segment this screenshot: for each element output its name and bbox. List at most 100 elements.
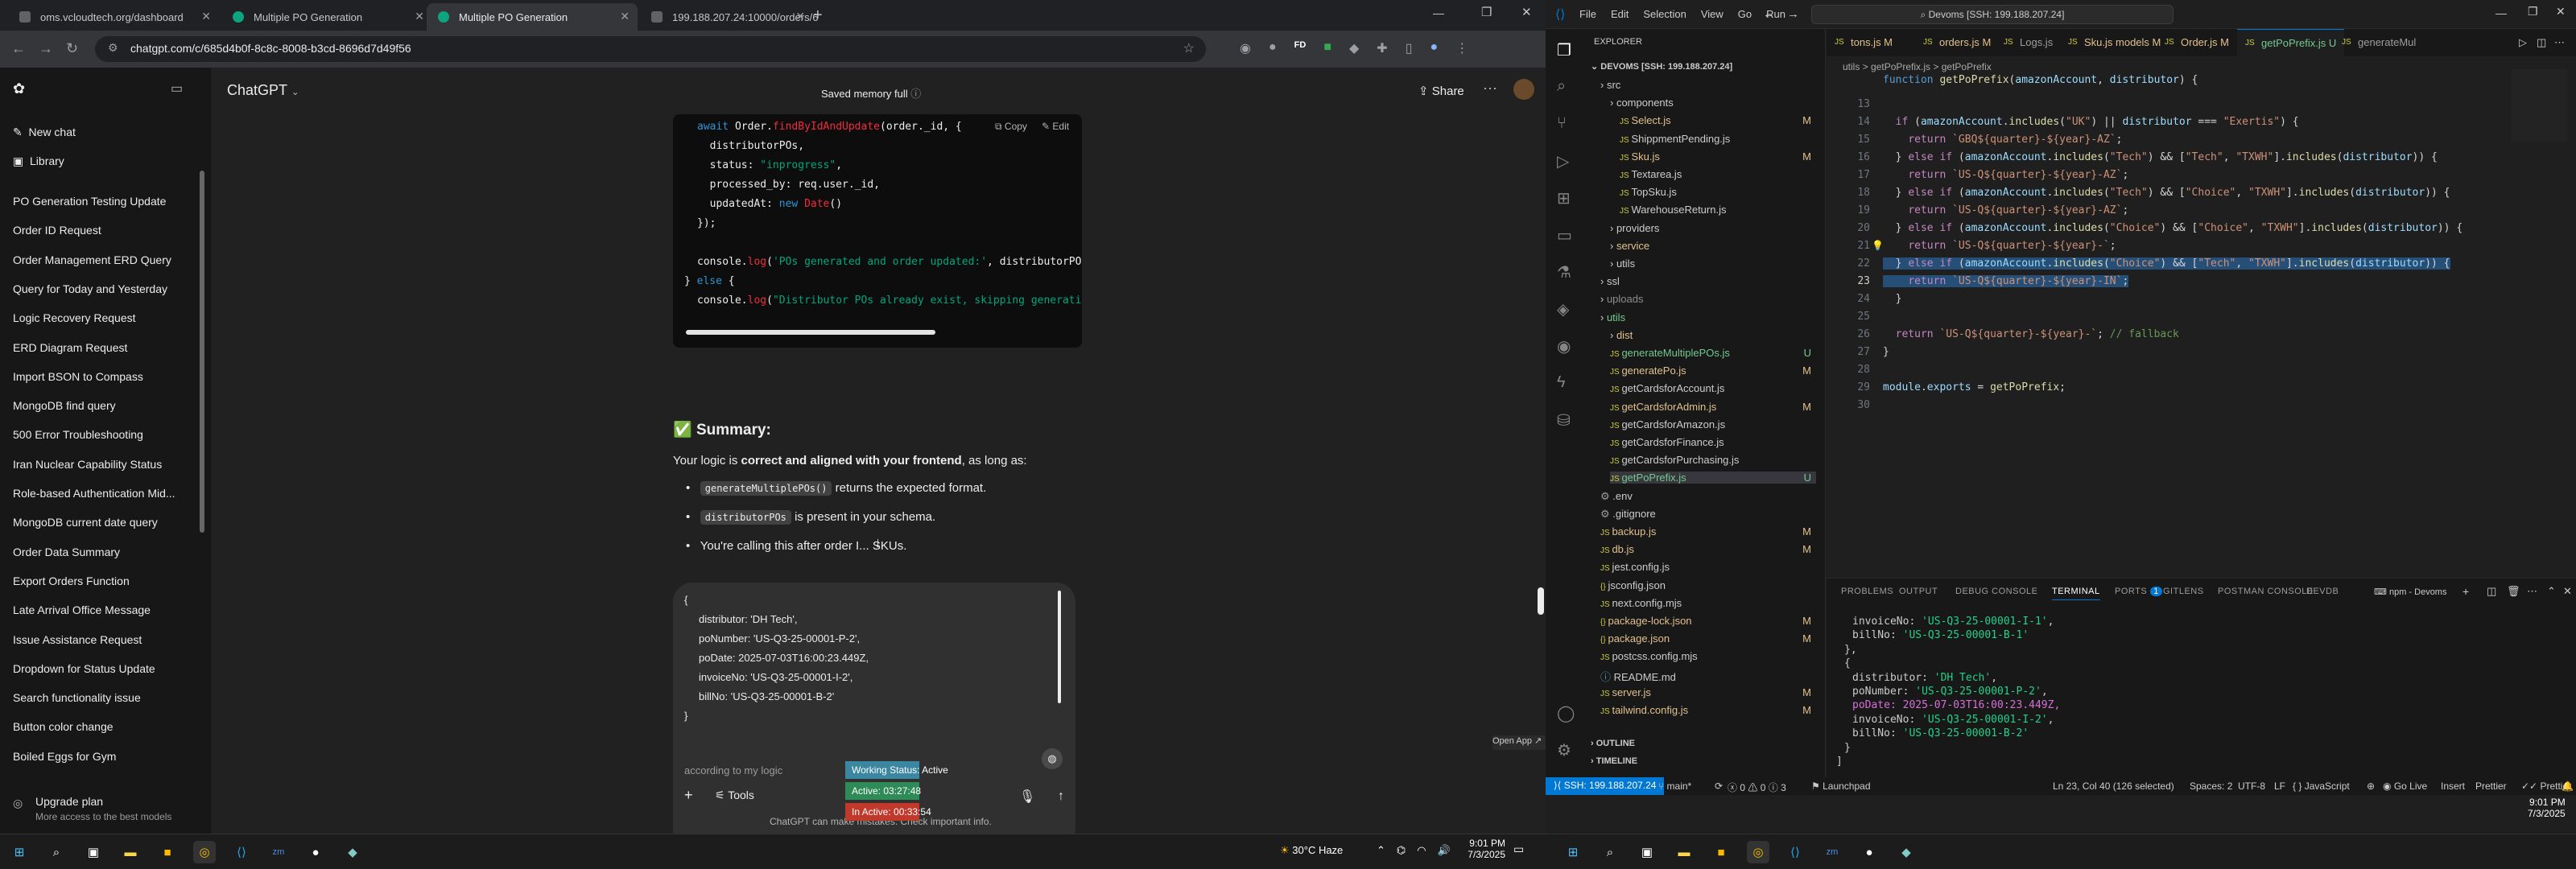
- extension-icon[interactable]: ●: [1269, 40, 1277, 56]
- postman-icon[interactable]: ◉: [1557, 336, 1571, 356]
- insert-mode[interactable]: Insert: [2441, 780, 2465, 792]
- chat-history-item[interactable]: Iran Nuclear Capability Status: [13, 458, 162, 471]
- file-tree-item[interactable]: {} jsconfig.json: [1600, 579, 1816, 591]
- menu-item[interactable]: View: [1701, 8, 1724, 20]
- file-explorer-icon[interactable]: ▬: [119, 841, 142, 863]
- toggle-sidebar-icon[interactable]: ▭: [171, 80, 183, 97]
- extensions-icon[interactable]: ⊞: [1557, 188, 1571, 208]
- search-icon[interactable]: ⌕: [1557, 77, 1566, 96]
- chat-history-item[interactable]: 500 Error Troubleshooting: [13, 428, 143, 441]
- system-clock-left[interactable]: 9:01 PM 7/3/2025: [1457, 838, 1505, 860]
- panel-tab[interactable]: POSTMAN CONSOLE: [2218, 587, 2314, 596]
- share-button[interactable]: ⇪ Share: [1418, 84, 1464, 98]
- git-branch[interactable]: ⑂ main*: [1658, 780, 1691, 792]
- file-tree-item[interactable]: JS db.js M: [1600, 543, 1816, 555]
- panel-tab[interactable]: GITLENS: [2163, 587, 2204, 596]
- breadcrumb[interactable]: utils > getPoPrefix.js > getPoPrefix: [1843, 61, 1992, 72]
- prettier-status[interactable]: Prettier: [2475, 780, 2507, 792]
- search-icon[interactable]: ⌕: [1599, 841, 1621, 863]
- avatar[interactable]: [1513, 79, 1534, 100]
- chat-history-item[interactable]: MongoDB current date query: [13, 516, 158, 529]
- file-tree-item[interactable]: JS generatePo.js M: [1610, 364, 1816, 377]
- chat-history-item[interactable]: Role-based Authentication Mid...: [13, 487, 175, 500]
- menu-kebab-icon[interactable]: ⋮: [1455, 40, 1468, 56]
- file-tree-item[interactable]: JS getCardsforPurchasing.js: [1610, 454, 1816, 466]
- close-tab-icon[interactable]: ✕: [201, 10, 211, 23]
- chat-history-item[interactable]: Order Data Summary: [13, 546, 120, 558]
- editor-tab[interactable]: JS Order.js M: [2157, 29, 2237, 56]
- maximize-icon[interactable]: ❐: [2528, 5, 2538, 19]
- file-tree-item[interactable]: JS tailwind.config.js M: [1600, 704, 1816, 716]
- file-tree-item[interactable]: JS postcss.config.mjs: [1600, 650, 1816, 662]
- back-icon[interactable]: ←: [11, 40, 26, 57]
- eol-setting[interactable]: LF: [2274, 780, 2285, 792]
- nav-forward-icon[interactable]: →: [1787, 7, 1799, 21]
- editor-tab[interactable]: JS orders.js M: [1915, 29, 1999, 56]
- chat-history-item[interactable]: Export Orders Function: [13, 575, 130, 587]
- menu-item[interactable]: File: [1579, 8, 1596, 20]
- more-options-icon[interactable]: ⋯: [1483, 80, 1497, 97]
- chrome-icon[interactable]: ◎: [193, 841, 216, 863]
- copy-code-button[interactable]: ⧉ Copy: [995, 121, 1027, 133]
- tab-multiple-po-2[interactable]: Multiple PO Generation ✕: [427, 3, 638, 31]
- memory-full-notice[interactable]: Saved memory full ⓘ: [821, 85, 921, 101]
- language-mode[interactable]: { } JavaScript: [2293, 780, 2350, 792]
- file-tree-item[interactable]: JS getCardsforAccount.js: [1610, 382, 1816, 394]
- file-tree-item[interactable]: JS backup.js M: [1600, 525, 1816, 537]
- open-app-button[interactable]: Open App ↗: [1492, 735, 1546, 750]
- file-tree-item[interactable]: › components: [1610, 97, 1816, 109]
- new-terminal-icon[interactable]: +: [2462, 585, 2469, 598]
- file-tree-item[interactable]: JS getCardsforAdmin.js M: [1610, 401, 1816, 413]
- chevron-up-icon[interactable]: ⌃: [1377, 844, 1385, 857]
- microphone-icon[interactable]: 🎙: [1019, 789, 1035, 805]
- file-tree-item[interactable]: JS generateMultiplePOs.js U: [1610, 347, 1816, 359]
- panel-tab[interactable]: PROBLEMS: [1841, 587, 1893, 596]
- model-selector[interactable]: ChatGPT ⌄: [227, 82, 299, 99]
- editor-tab[interactable]: JS tons.js M: [1827, 29, 1901, 56]
- weather-widget[interactable]: ☀ 30°C Haze: [1280, 844, 1343, 857]
- close-tab-icon[interactable]: ✕: [415, 10, 424, 23]
- edit-code-button[interactable]: ✎ Edit: [1042, 121, 1069, 132]
- vscode-icon[interactable]: ⟨⟩: [230, 841, 253, 863]
- composer-scrollbar[interactable]: [1058, 591, 1061, 703]
- chat-history-item[interactable]: Issue Assistance Request: [13, 633, 142, 646]
- file-tree-item[interactable]: {} package-lock.json M: [1600, 615, 1816, 627]
- settings-gear-icon[interactable]: ⚙: [1557, 740, 1571, 760]
- file-tree-item[interactable]: JS Select.js M: [1620, 114, 1816, 126]
- chat-history-item[interactable]: Search functionality issue: [13, 691, 141, 704]
- file-tree-item[interactable]: {} package.json M: [1600, 632, 1816, 645]
- thunder-icon[interactable]: ϟ: [1557, 373, 1566, 392]
- tab-orders-ip[interactable]: 199.188.207.24:10000/orders/6 ✕: [640, 3, 818, 31]
- run-icon[interactable]: ▷: [2519, 36, 2527, 49]
- file-tree-item[interactable]: › ssl: [1600, 275, 1816, 287]
- command-center-search[interactable]: ⌕ Devoms [SSH: 199.188.207.24]: [1811, 5, 2174, 24]
- extension-icon[interactable]: ◆: [1349, 40, 1359, 56]
- close-tab-icon[interactable]: ✕: [620, 10, 630, 23]
- menu-item[interactable]: Edit: [1611, 8, 1629, 20]
- editor-tab[interactable]: JS Logs.js: [1996, 29, 2061, 56]
- workspace-root[interactable]: ⌄ DEVOMS [SSH: 199.188.207.24]: [1591, 61, 1732, 72]
- file-tree-item[interactable]: JS jest.config.js: [1600, 561, 1816, 573]
- split-terminal-icon[interactable]: ◫: [2487, 585, 2496, 598]
- trash-icon[interactable]: 🗑: [2507, 585, 2520, 598]
- launchpad-button[interactable]: ⚑ Launchpad: [1811, 780, 1871, 792]
- file-tree-item[interactable]: JS next.config.mjs: [1600, 597, 1816, 609]
- incognito-icon[interactable]: ◉: [1240, 40, 1251, 56]
- upgrade-plan-button[interactable]: ◎ Upgrade plan More access to the best m…: [0, 792, 211, 834]
- outline-section[interactable]: › OUTLINE: [1591, 739, 1635, 748]
- indent-setting[interactable]: Spaces: 2: [2190, 780, 2232, 792]
- file-tree-item[interactable]: JS ShippmentPending.js: [1620, 133, 1816, 145]
- goto-icon[interactable]: ⊕: [2367, 780, 2375, 792]
- volume-icon[interactable]: 🔊: [1438, 844, 1451, 857]
- file-tree-item[interactable]: ⓘ README.md: [1600, 669, 1816, 684]
- panel-tab[interactable]: DEBUG CONSOLE: [1955, 587, 2037, 596]
- minimize-icon[interactable]: —: [2496, 6, 2507, 19]
- site-info-icon[interactable]: ⚙: [108, 41, 118, 55]
- sidepanel-icon[interactable]: ▯: [1406, 40, 1413, 56]
- windows-start-icon[interactable]: ⊞: [1562, 841, 1584, 863]
- file-tree-item[interactable]: JS getPoPrefix.js U: [1610, 472, 1816, 484]
- zoom-icon[interactable]: zm: [1821, 841, 1843, 863]
- file-tree-item[interactable]: JS TopSku.js: [1620, 186, 1816, 198]
- more-icon[interactable]: ⋯: [2554, 36, 2565, 49]
- store-icon[interactable]: ■: [156, 841, 179, 863]
